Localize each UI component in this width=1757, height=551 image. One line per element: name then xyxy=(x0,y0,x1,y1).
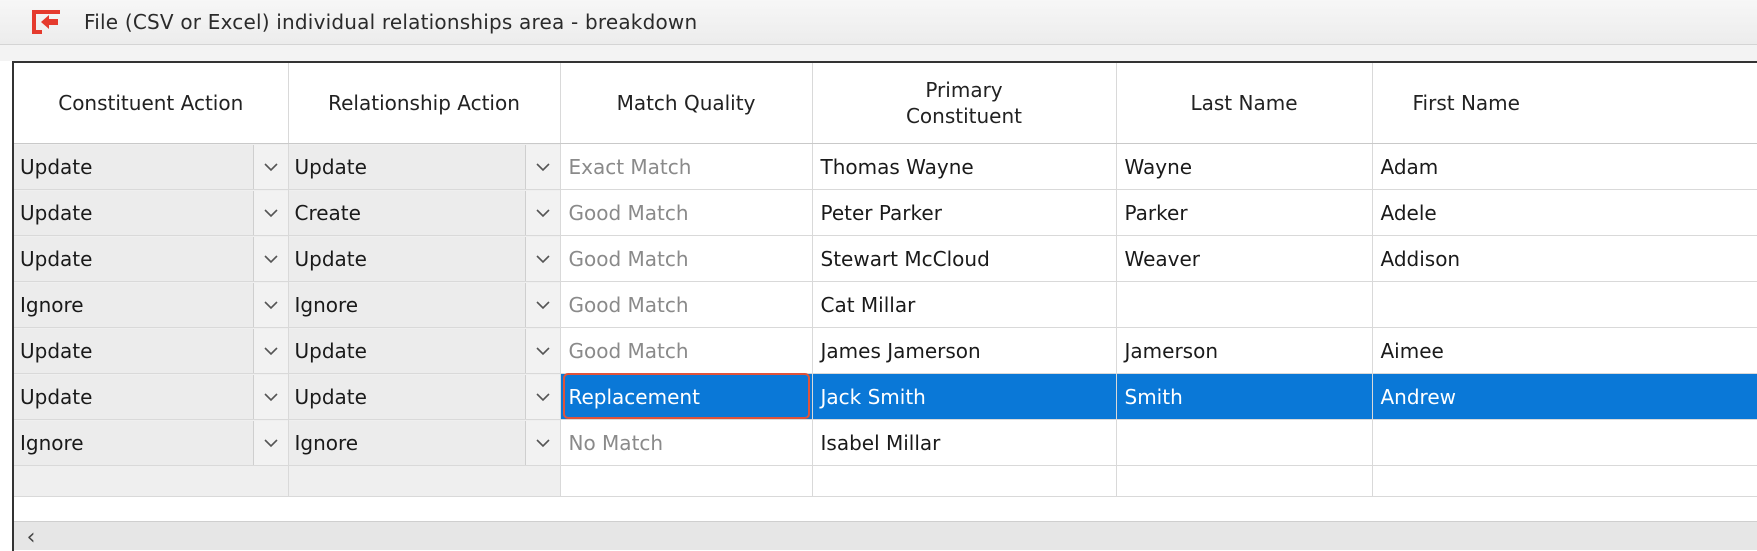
last-name-cell[interactable]: Weaver xyxy=(1116,235,1373,282)
constituent-action-dropdown[interactable]: Ignore xyxy=(14,419,289,466)
toolbar-spacer xyxy=(0,45,1757,61)
header-row: Constituent Action Relationship Action M… xyxy=(14,63,1757,144)
first-name-cell[interactable]: Aimee xyxy=(1372,327,1757,374)
primary-constituent-cell[interactable]: Cat Millar xyxy=(812,281,1117,328)
constituent-action-dropdown[interactable]: Update xyxy=(14,235,289,282)
scroll-left-icon[interactable]: ‹ xyxy=(20,525,42,550)
table-row[interactable]: Update Update Good Match James Jamerson … xyxy=(14,327,1757,374)
chevron-down-icon[interactable] xyxy=(525,328,560,373)
relationship-action-value: Update xyxy=(288,328,526,373)
relationship-action-dropdown[interactable]: Create xyxy=(288,189,561,236)
last-name-cell[interactable]: Jamerson xyxy=(1116,327,1373,374)
relationship-action-value: Update xyxy=(288,374,526,419)
constituent-action-value: Update xyxy=(14,374,254,419)
first-name-cell[interactable] xyxy=(1372,281,1757,328)
constituent-action-value: Update xyxy=(14,144,254,189)
match-quality-cell[interactable]: No Match xyxy=(560,419,813,466)
constituent-action-dropdown[interactable]: Update xyxy=(14,373,289,420)
last-name-cell[interactable] xyxy=(1116,281,1373,328)
chevron-down-icon[interactable] xyxy=(253,420,288,465)
constituent-action-dropdown[interactable]: Update xyxy=(14,189,289,236)
back-arrow-icon xyxy=(32,10,60,34)
constituent-action-dropdown[interactable]: Ignore xyxy=(14,281,289,328)
primary-constituent-cell[interactable]: Stewart McCloud xyxy=(812,235,1117,282)
match-quality-cell[interactable]: Good Match xyxy=(560,235,813,282)
relationship-action-dropdown[interactable]: Update xyxy=(288,235,561,282)
match-quality-cell[interactable]: Good Match xyxy=(560,281,813,328)
table-row[interactable]: Update Update Replacement Jack Smith Smi… xyxy=(14,373,1757,420)
table-row[interactable]: Ignore Ignore Good Match Cat Millar xyxy=(14,281,1757,328)
column-header-constituent-action[interactable]: Constituent Action xyxy=(14,63,289,144)
first-name-cell[interactable]: Andrew xyxy=(1372,373,1757,420)
column-header-primary-constituent[interactable]: Primary Constituent xyxy=(812,63,1117,144)
table-row[interactable]: Update Create Good Match Peter Parker Pa… xyxy=(14,189,1757,236)
match-quality-cell[interactable]: Good Match xyxy=(560,189,813,236)
constituent-action-dropdown[interactable]: Update xyxy=(14,143,289,190)
table-row[interactable]: Update Update Good Match Stewart McCloud… xyxy=(14,235,1757,282)
column-header-relationship-action[interactable]: Relationship Action xyxy=(288,63,561,144)
column-header-last-name[interactable]: Last Name xyxy=(1116,63,1373,144)
chevron-down-icon[interactable] xyxy=(525,190,560,235)
last-name-cell[interactable]: Wayne xyxy=(1116,143,1373,190)
relationship-action-value: Update xyxy=(288,144,526,189)
table-row[interactable]: Update Update Exact Match Thomas Wayne W… xyxy=(14,143,1757,190)
constituent-action-value: Update xyxy=(14,236,254,281)
table-row[interactable]: Ignore Ignore No Match Isabel Millar xyxy=(14,419,1757,466)
primary-constituent-cell[interactable]: Peter Parker xyxy=(812,189,1117,236)
primary-constituent-cell[interactable]: Jack Smith xyxy=(812,373,1117,420)
constituent-action-dropdown[interactable]: Update xyxy=(14,327,289,374)
title-bar: File (CSV or Excel) individual relations… xyxy=(0,0,1757,45)
chevron-down-icon[interactable] xyxy=(253,374,288,419)
chevron-down-icon[interactable] xyxy=(253,190,288,235)
primary-constituent-cell[interactable]: Thomas Wayne xyxy=(812,143,1117,190)
chevron-down-icon[interactable] xyxy=(525,144,560,189)
last-name-cell[interactable]: Smith xyxy=(1116,373,1373,420)
column-header-match-quality[interactable]: Match Quality xyxy=(560,63,813,144)
constituent-action-value: Ignore xyxy=(14,420,254,465)
constituent-action-value: Update xyxy=(14,190,254,235)
horizontal-scrollbar[interactable]: ‹ xyxy=(14,521,1757,550)
chevron-down-icon[interactable] xyxy=(525,420,560,465)
table-row-partial xyxy=(14,465,1757,497)
constituent-action-value: Ignore xyxy=(14,282,254,327)
chevron-down-icon[interactable] xyxy=(525,236,560,281)
window-title: File (CSV or Excel) individual relations… xyxy=(84,10,698,34)
match-quality-cell[interactable]: Exact Match xyxy=(560,143,813,190)
first-name-cell[interactable]: Adele xyxy=(1372,189,1757,236)
relationship-action-dropdown[interactable]: Update xyxy=(288,373,561,420)
last-name-cell[interactable] xyxy=(1116,419,1373,466)
chevron-down-icon[interactable] xyxy=(253,144,288,189)
chevron-down-icon[interactable] xyxy=(525,374,560,419)
chevron-down-icon[interactable] xyxy=(525,282,560,327)
chevron-down-icon[interactable] xyxy=(253,236,288,281)
constituent-action-value: Update xyxy=(14,328,254,373)
chevron-down-icon[interactable] xyxy=(253,282,288,327)
first-name-cell[interactable]: Addison xyxy=(1372,235,1757,282)
match-quality-cell[interactable]: Good Match xyxy=(560,327,813,374)
chevron-down-icon[interactable] xyxy=(253,328,288,373)
relationships-grid: Constituent Action Relationship Action M… xyxy=(12,61,1757,551)
relationship-action-value: Update xyxy=(288,236,526,281)
relationship-action-dropdown[interactable]: Ignore xyxy=(288,419,561,466)
primary-constituent-cell[interactable]: James Jamerson xyxy=(812,327,1117,374)
match-quality-cell[interactable]: Replacement xyxy=(560,373,813,420)
relationship-action-value: Ignore xyxy=(288,420,526,465)
relationship-action-value: Ignore xyxy=(288,282,526,327)
relationship-action-dropdown[interactable]: Ignore xyxy=(288,281,561,328)
column-header-first-name[interactable]: First Name xyxy=(1372,63,1757,144)
relationship-action-value: Create xyxy=(288,190,526,235)
first-name-cell[interactable] xyxy=(1372,419,1757,466)
relationship-action-dropdown[interactable]: Update xyxy=(288,143,561,190)
primary-constituent-cell[interactable]: Isabel Millar xyxy=(812,419,1117,466)
back-button[interactable] xyxy=(28,7,64,37)
relationship-action-dropdown[interactable]: Update xyxy=(288,327,561,374)
first-name-cell[interactable]: Adam xyxy=(1372,143,1757,190)
last-name-cell[interactable]: Parker xyxy=(1116,189,1373,236)
